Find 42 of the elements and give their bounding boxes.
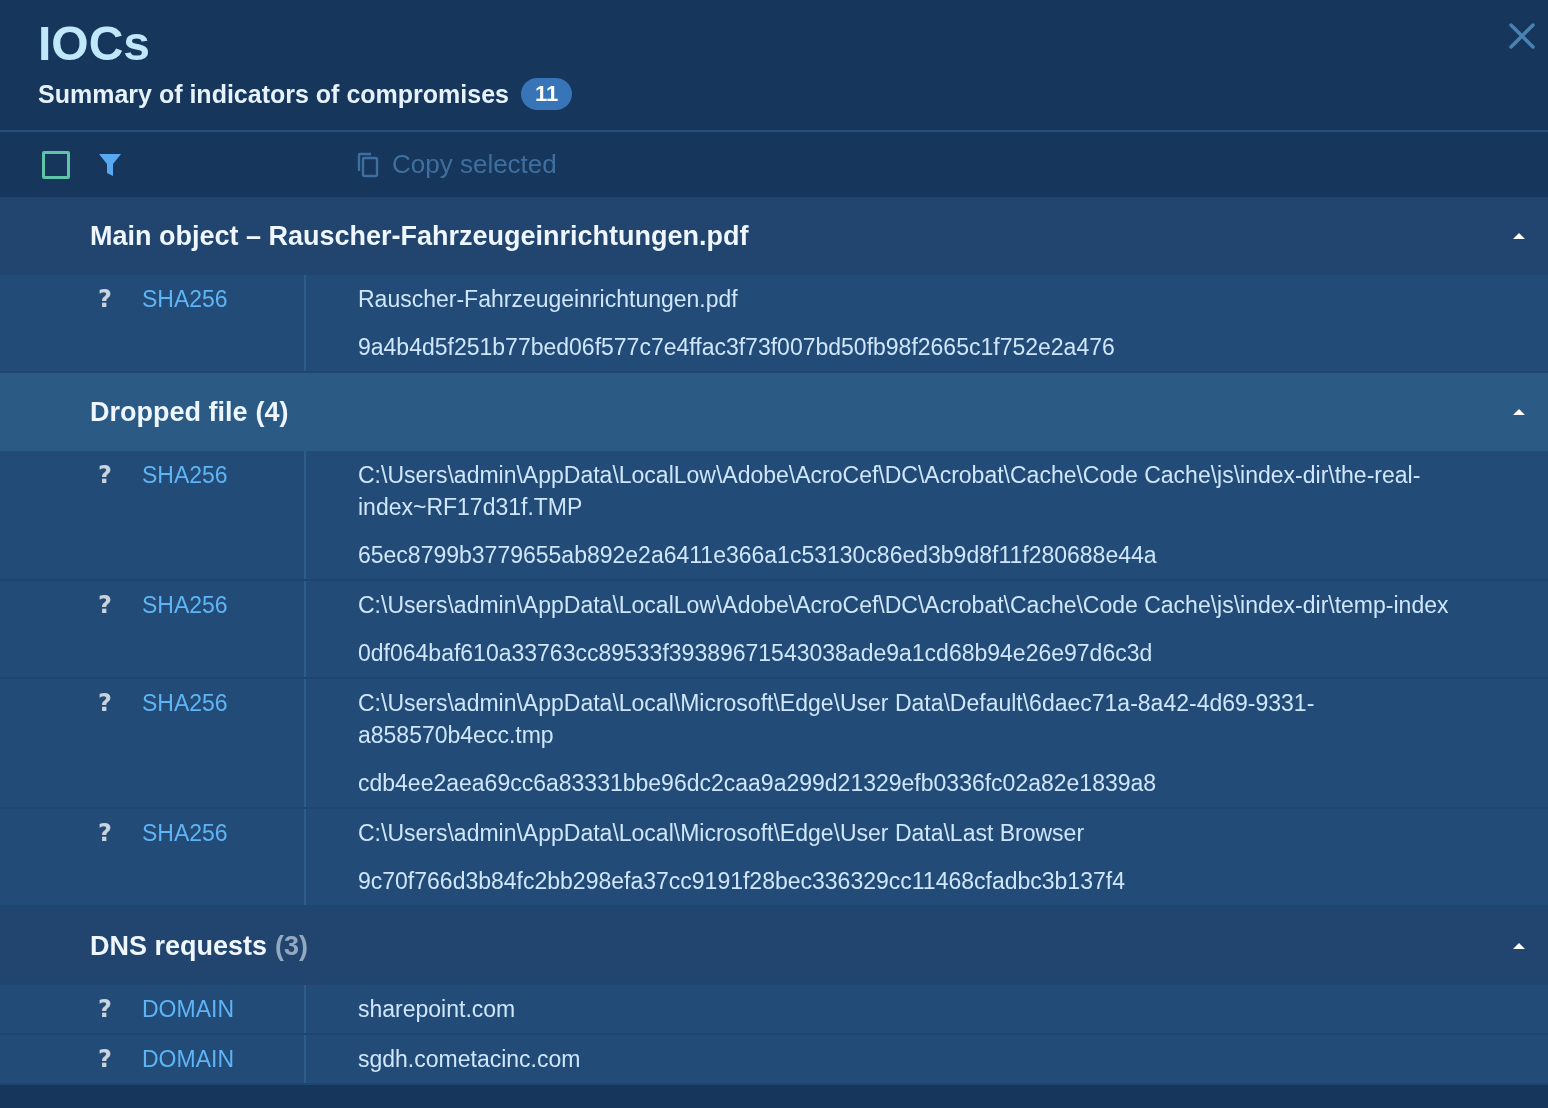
panel-title: IOCs (38, 16, 152, 72)
ioc-value: 9a4b4d5f251b77bed06f577c7e4ffac3f73f007bd50fb98f2665c1f752e2a476 (358, 333, 1116, 362)
copy-icon (356, 150, 380, 179)
help-icon[interactable]: ? (98, 589, 116, 621)
caret-icon[interactable] (1512, 408, 1526, 416)
ioc-value: C:\Users\admin\AppData\Local\Microsoft\Edge\User Data\Last Browser (358, 819, 1086, 848)
section-title: Main object – Rauscher-Fahrzeugeinrichtungen.pdf (90, 220, 749, 252)
ioc-value: 65ec8799b3779655ab892e2a6411e366a1c53130c86ed3b9d8f11f280688e44a (358, 541, 1158, 570)
ioc-value: sharepoint.com (358, 995, 517, 1024)
ioc-value: 9c70f766d3b84fc2bb298efa37cc9191f28bec336329cc11468cfadbc3b137f4 (358, 867, 1126, 896)
help-icon[interactable]: ? (98, 459, 116, 491)
section-header[interactable]: Dropped file (4) (0, 373, 1548, 451)
section-count: (3) (275, 930, 309, 962)
ioc-type: SHA256 (142, 461, 228, 490)
help-icon[interactable]: ? (98, 817, 116, 849)
ioc-value: C:\Users\admin\AppData\LocalLow\Adobe\AcroCef\DC\Acrobat\Cache\Code Cache\js\index-dir\temp-index (358, 591, 1450, 620)
ioc-type: SHA256 (142, 285, 228, 314)
ioc-type: DOMAIN (142, 995, 234, 1024)
section-title: DNS requests (90, 930, 268, 962)
ioc-type: SHA256 (142, 591, 228, 620)
section-title: Dropped file (90, 396, 248, 428)
caret-icon[interactable] (1512, 942, 1526, 950)
help-icon[interactable]: ? (98, 993, 116, 1025)
ioc-value: C:\Users\admin\AppData\Local\Microsoft\Edge\User Data\Default\6daec71a-8a42-4d69-9331-a858570b4ecc.tmp (358, 689, 1316, 750)
ioc-type: DOMAIN (142, 1045, 234, 1074)
help-icon[interactable]: ? (98, 1043, 116, 1075)
count-badge: 11 (520, 78, 573, 110)
help-icon[interactable]: ? (98, 283, 116, 315)
section-count: (4) (255, 396, 289, 428)
close-icon[interactable] (1508, 22, 1536, 50)
filter-icon[interactable] (98, 151, 122, 178)
ioc-value: 0df064baf610a33763cc89533f39389671543038ade9a1cd68b94e26e97d6c3d (358, 639, 1154, 668)
select-all-checkbox[interactable] (42, 150, 70, 179)
ioc-value: C:\Users\admin\AppData\LocalLow\Adobe\AcroCef\DC\Acrobat\Cache\Code Cache\js\index-dir\the-real-index~RF17d31f.TMP (358, 461, 1422, 522)
ioc-value: Rauscher-Fahrzeugeinrichtungen.pdf (358, 285, 739, 314)
ioc-type: SHA256 (142, 689, 228, 718)
ioc-value: sgdh.cometacinc.com (358, 1045, 582, 1074)
panel-subtitle: Summary of indicators of compromises (38, 79, 509, 109)
caret-icon[interactable] (1512, 232, 1526, 240)
ioc-value: cdb4ee2aea69cc6a83331bbe96dc2caa9a299d21329efb0336fc02a82e1839a8 (358, 769, 1158, 798)
ioc-type: SHA256 (142, 819, 228, 848)
help-icon[interactable]: ? (98, 687, 116, 719)
